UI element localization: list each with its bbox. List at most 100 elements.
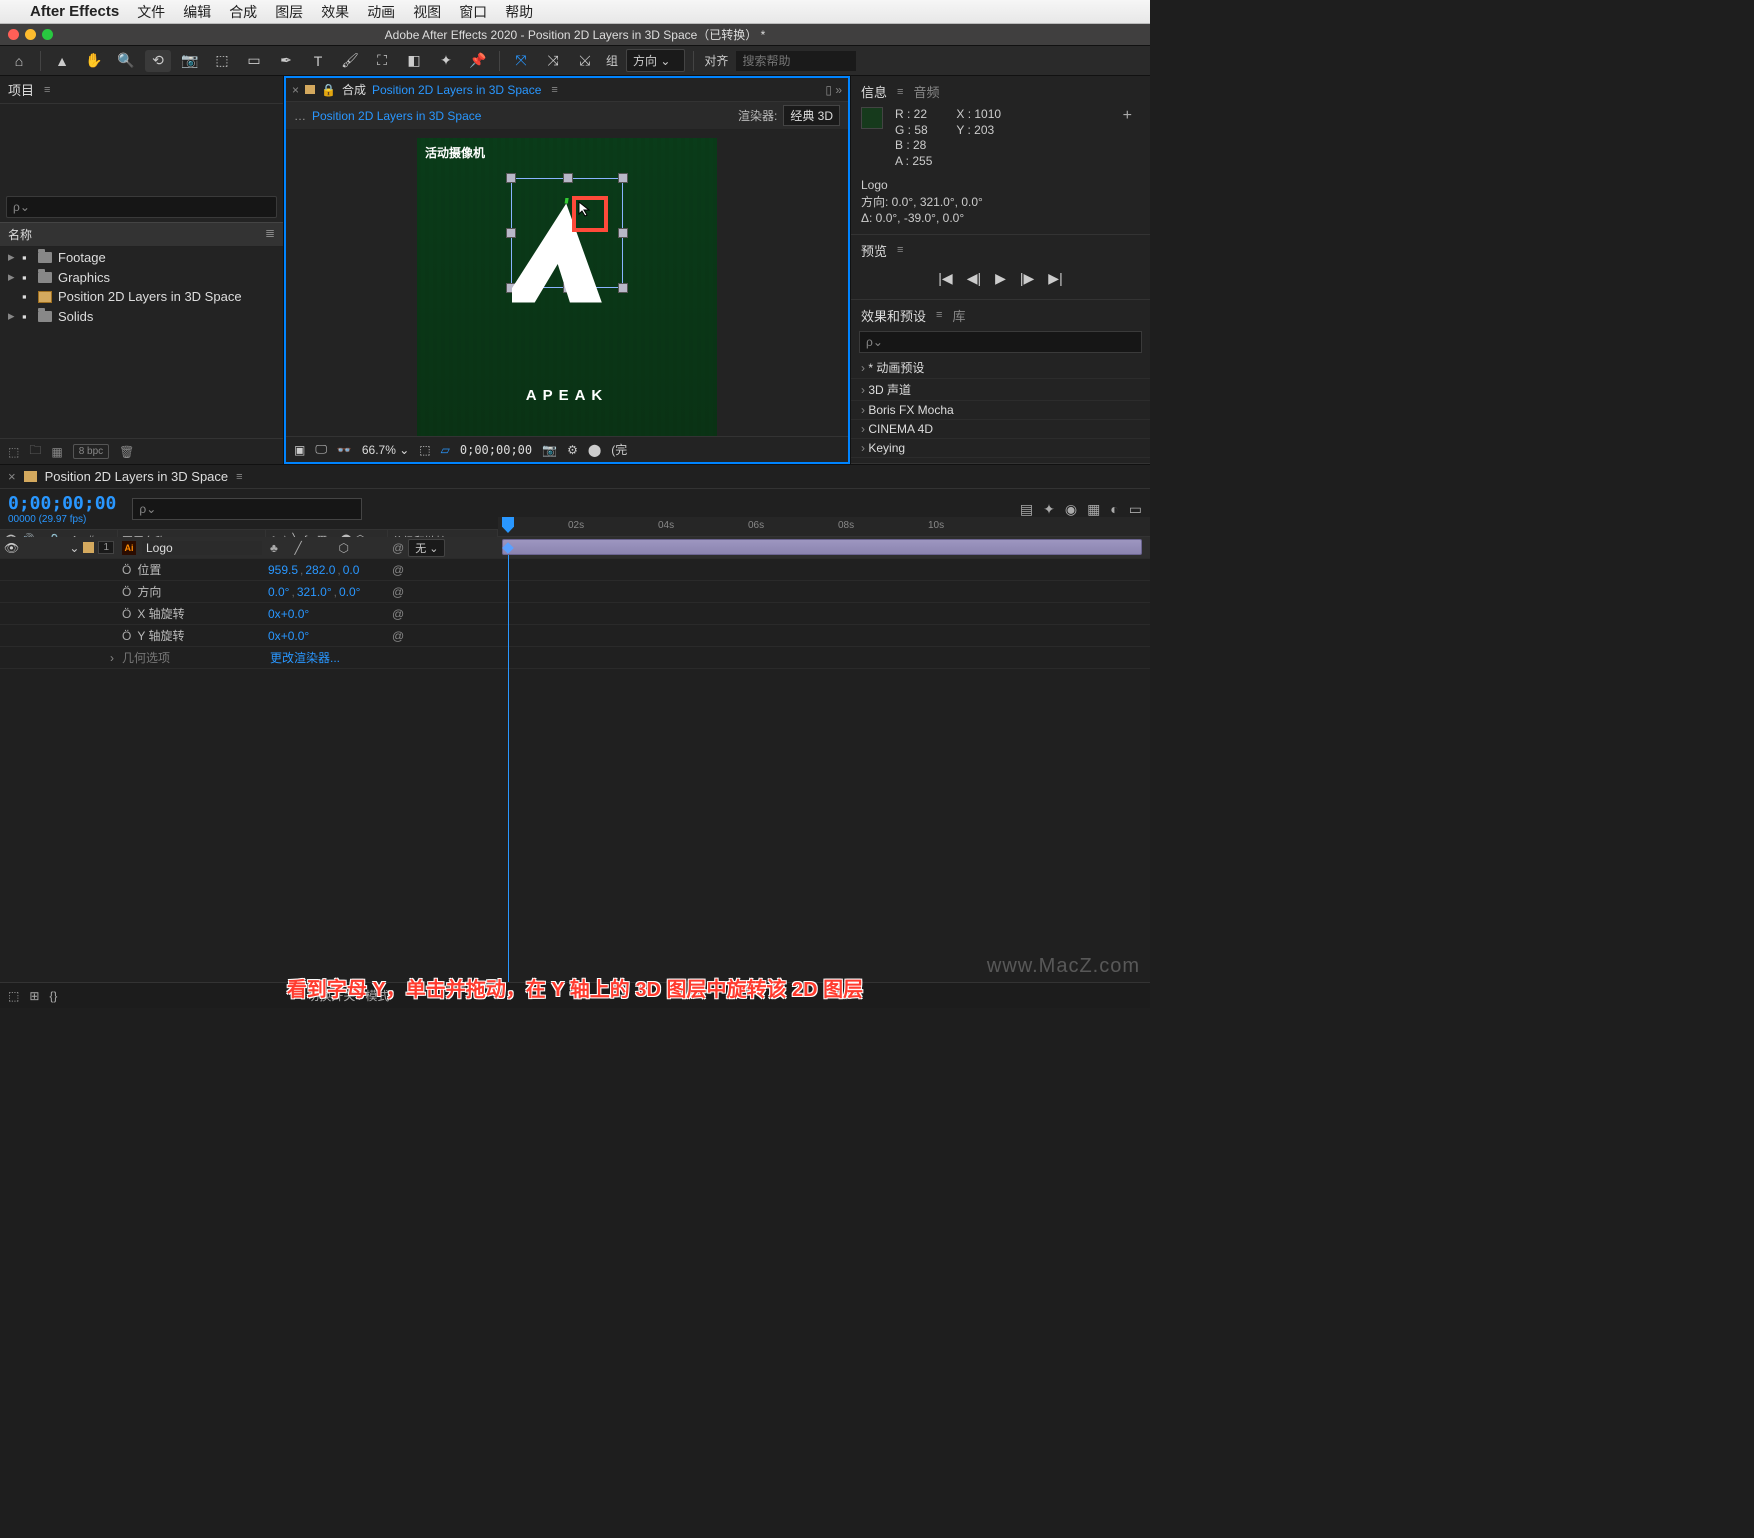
draft-icon[interactable]: ⚙ xyxy=(567,443,578,457)
brush-tool-icon[interactable]: 🖌 xyxy=(337,50,363,72)
rotation-mode-select[interactable]: 方向 ⌄ xyxy=(626,49,685,72)
mask-icon[interactable]: 👓 xyxy=(337,443,352,457)
project-item-comp[interactable]: ▪Position 2D Layers in 3D Space xyxy=(0,287,283,306)
flowchart-name[interactable]: Position 2D Layers in 3D Space xyxy=(312,109,732,123)
preview-tab[interactable]: 预览 xyxy=(861,241,887,260)
menu-view[interactable]: 视图 xyxy=(413,2,441,22)
project-item-solids[interactable]: ▸▪Solids xyxy=(0,306,283,326)
library-tab[interactable]: 库 xyxy=(952,306,965,325)
hand-tool-icon[interactable]: ✋ xyxy=(81,50,107,72)
graph-editor-icon[interactable]: ▭ xyxy=(1129,501,1142,518)
interpret-icon[interactable]: ⬚ xyxy=(8,445,19,459)
display-icon[interactable]: 🖵 xyxy=(315,442,327,457)
menu-effect[interactable]: 效果 xyxy=(321,2,349,22)
effect-category[interactable]: * 动画预设 xyxy=(851,357,1150,379)
draft3d-icon[interactable]: ◉ xyxy=(1065,501,1077,518)
menu-window[interactable]: 窗口 xyxy=(459,2,487,22)
layer-name[interactable]: Logo xyxy=(142,541,262,555)
effect-category[interactable]: CINEMA 4D xyxy=(851,420,1150,439)
label-color[interactable] xyxy=(83,542,94,553)
roto-tool-icon[interactable]: ✦ xyxy=(433,50,459,72)
composition-viewport[interactable]: 活动摄像机 APEAK xyxy=(417,138,717,440)
close-tab-icon[interactable]: × xyxy=(292,83,299,97)
menu-animation[interactable]: 动画 xyxy=(367,2,395,22)
effect-category[interactable]: Matte xyxy=(851,458,1150,459)
type-column-icon[interactable]: ≣ xyxy=(265,226,275,240)
prev-frame-icon[interactable]: ◀| xyxy=(967,270,981,287)
playhead-icon[interactable] xyxy=(502,517,514,533)
panel-menu-icon[interactable]: ≡ xyxy=(44,84,50,96)
pin-tool-icon[interactable]: 📌 xyxy=(465,50,491,72)
selection-tool-icon[interactable]: ▲ xyxy=(49,50,75,72)
axis-view-icon[interactable]: ⤩ xyxy=(572,50,598,72)
new-folder-icon[interactable]: 🗀 xyxy=(29,441,41,462)
timeline-search-input[interactable]: ρ⌄ xyxy=(132,498,362,520)
camera-icon[interactable]: 📷 xyxy=(542,443,557,457)
current-timecode[interactable]: 0;00;00;00 xyxy=(8,493,116,514)
stopwatch-icon[interactable]: Ö xyxy=(122,585,131,599)
time-ruler[interactable]: 02s 04s 06s 08s 10s xyxy=(498,517,1150,537)
change-renderer-link[interactable]: 更改渲染器... xyxy=(270,651,340,665)
home-icon[interactable]: ⌂ xyxy=(6,50,32,72)
stopwatch-icon[interactable]: Ö xyxy=(122,607,131,621)
brackets-icon[interactable]: {} xyxy=(49,989,57,1003)
last-frame-icon[interactable]: ▶| xyxy=(1048,270,1062,287)
color-icon[interactable]: ⬤ xyxy=(588,443,601,457)
text-tool-icon[interactable]: T xyxy=(305,50,331,72)
rotate-tool-icon[interactable]: ⟲ xyxy=(145,50,171,72)
menu-file[interactable]: 文件 xyxy=(137,2,165,22)
menu-layer[interactable]: 图层 xyxy=(275,2,303,22)
project-item-footage[interactable]: ▸▪Footage xyxy=(0,247,283,267)
trash-icon[interactable]: 🗑 xyxy=(119,445,134,459)
first-frame-icon[interactable]: |◀ xyxy=(938,270,952,287)
snapshot-icon[interactable]: ▣ xyxy=(294,443,305,457)
zoom-tool-icon[interactable]: 🔍 xyxy=(113,50,139,72)
project-search-input[interactable]: ρ⌄ xyxy=(6,196,277,218)
next-frame-icon[interactable]: |▶ xyxy=(1020,270,1034,287)
motion-blur-icon[interactable]: ◐ xyxy=(1110,501,1118,518)
viewer-timecode[interactable]: 0;00;00;00 xyxy=(460,443,532,457)
eraser-tool-icon[interactable]: ◧ xyxy=(401,50,427,72)
resize-handle[interactable] xyxy=(618,173,628,183)
renderer-select[interactable]: 经典 3D xyxy=(783,105,840,126)
close-tab-icon[interactable]: × xyxy=(8,469,16,484)
play-icon[interactable]: ▶ xyxy=(995,270,1006,287)
grid-icon[interactable]: ▱ xyxy=(441,443,450,457)
info-tab[interactable]: 信息 xyxy=(861,82,887,101)
menu-composition[interactable]: 合成 xyxy=(229,2,257,22)
stamp-tool-icon[interactable]: ⛶ xyxy=(369,50,395,72)
stopwatch-icon[interactable]: Ö xyxy=(122,629,131,643)
axis-world-icon[interactable]: ⤨ xyxy=(540,50,566,72)
resize-handle[interactable] xyxy=(563,173,573,183)
timeline-comp-name[interactable]: Position 2D Layers in 3D Space xyxy=(45,469,229,484)
property-row-y-rotation[interactable]: ÖY 轴旋转 0x+0.0° @ xyxy=(0,625,1150,647)
resize-handle[interactable] xyxy=(506,173,516,183)
pan-behind-tool-icon[interactable]: ⬚ xyxy=(209,50,235,72)
panel-menu-icon[interactable]: ≡ xyxy=(551,84,557,96)
pickwhip-icon[interactable]: @ xyxy=(392,541,404,555)
fit-label[interactable]: (完 xyxy=(611,441,627,458)
parent-select[interactable]: 无 ⌄ xyxy=(408,539,445,557)
project-item-graphics[interactable]: ▸▪Graphics xyxy=(0,267,283,287)
bpc-button[interactable]: 8 bpc xyxy=(73,444,109,459)
keyframe-icon[interactable] xyxy=(502,542,513,553)
app-name[interactable]: After Effects xyxy=(30,3,119,20)
lock-icon[interactable]: 🔒 xyxy=(321,83,336,97)
effects-search-input[interactable]: ρ⌄ xyxy=(859,331,1142,353)
overflow-icon[interactable]: ▯ » xyxy=(825,83,842,97)
region-icon[interactable]: ⬚ xyxy=(419,443,430,457)
zoom-toggle-icon[interactable]: ⊞ xyxy=(29,989,39,1003)
project-name-column[interactable]: 名称 ≣ xyxy=(0,222,283,247)
stopwatch-icon[interactable]: Ö xyxy=(122,563,131,577)
new-comp-icon[interactable]: ▦ xyxy=(51,445,62,459)
frame-blend-icon[interactable]: ▦ xyxy=(1087,501,1100,518)
effects-tab[interactable]: 效果和预设 xyxy=(861,306,926,325)
help-search-input[interactable] xyxy=(736,51,856,71)
audio-tab[interactable]: 音频 xyxy=(913,82,939,101)
panel-menu-icon[interactable]: ≡ xyxy=(236,471,242,483)
project-tab[interactable]: 项目 xyxy=(8,80,34,99)
menu-edit[interactable]: 编辑 xyxy=(183,2,211,22)
toggle-icon[interactable]: ⬚ xyxy=(8,989,19,1003)
shape-tool-icon[interactable]: ▭ xyxy=(241,50,267,72)
comp-mini-icon[interactable]: ▤ xyxy=(1020,501,1033,518)
